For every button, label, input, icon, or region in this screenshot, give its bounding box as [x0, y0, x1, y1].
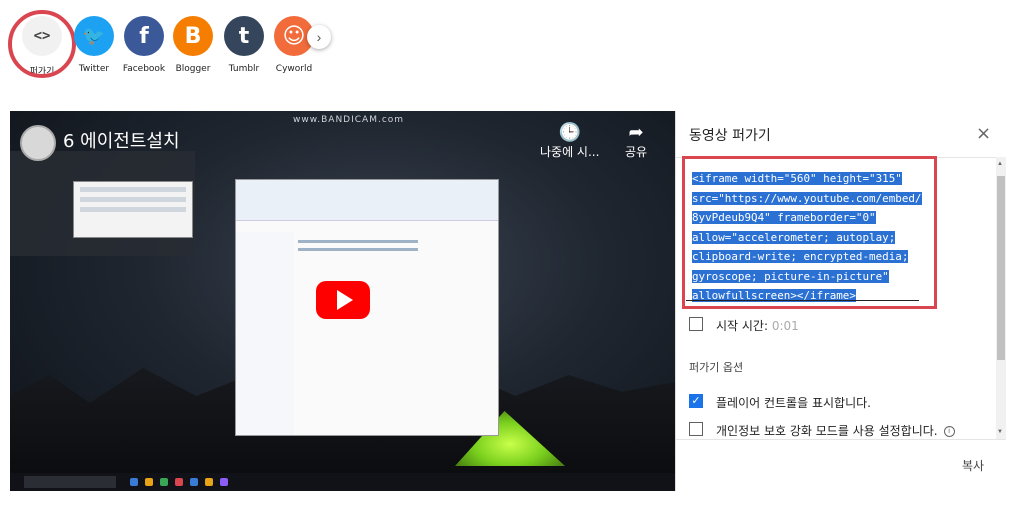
start-time-label: 시작 시간: 0:01 [716, 319, 799, 333]
video-share-button[interactable]: ➦ 공유 [625, 123, 647, 160]
code-line: gyroscope; picture-in-picture" [692, 269, 889, 283]
embed-code-textarea[interactable]: <iframe width="560" height="315" src="ht… [682, 156, 937, 309]
share-cyworld-label: Cyworld [275, 64, 313, 74]
privacy-mode-checkbox[interactable] [689, 422, 703, 436]
start-time-value: 0:01 [771, 319, 799, 333]
code-line: <iframe width="560" height="315" [692, 172, 902, 185]
watch-later-label: 나중에 시... [540, 145, 600, 159]
panel-bottom-divider [676, 439, 1006, 440]
privacy-mode-label: 개인정보 보호 강화 모드를 사용 설정합니다. i [716, 422, 955, 439]
code-line: src="https://www.youtube.com/embed/ [692, 191, 922, 205]
panel-title: 동영상 퍼가기 [689, 128, 771, 144]
play-icon [337, 290, 353, 310]
code-underline [686, 300, 919, 301]
code-line: clipboard-write; encrypted-media; [692, 250, 909, 263]
facebook-icon: f [124, 16, 164, 56]
video-preview[interactable]: www.BANDICAM.com 6 에이전트설치 🕒 나중에 시... ➦ 공… [10, 111, 675, 491]
embed-panel: 동영상 퍼가기 × <iframe width="560" height="31… [675, 111, 1006, 491]
scroll-down-icon[interactable]: ▼ [997, 429, 1003, 435]
code-line: 8yvPdeub9Q4" frameborder="0" [692, 211, 876, 224]
info-icon[interactable]: i [943, 426, 955, 437]
show-controls-checkbox[interactable]: ✓ [689, 394, 703, 408]
close-icon[interactable]: × [976, 123, 991, 144]
video-share-label: 공유 [625, 145, 648, 159]
tumblr-icon: t [224, 16, 264, 56]
chevron-right-icon[interactable]: › [307, 25, 331, 49]
share-arrow-icon: ➦ [628, 122, 644, 143]
channel-avatar[interactable] [20, 125, 56, 161]
video-mini-dialog [73, 181, 193, 238]
bandicam-watermark: www.BANDICAM.com [293, 115, 405, 125]
play-button[interactable] [316, 281, 370, 319]
show-controls-label: 플레이어 컨트롤을 표시합니다. [716, 396, 871, 410]
embed-options-heading: 퍼가기 옵션 [689, 361, 744, 374]
video-title[interactable]: 6 에이전트설치 [63, 127, 180, 153]
blogger-icon: B [173, 16, 213, 56]
twitter-icon: 🐦 [74, 16, 114, 56]
panel-scroll-thumb[interactable] [997, 176, 1005, 360]
scroll-up-icon[interactable]: ▲ [997, 161, 1003, 167]
code-line: allow="accelerometer; autoplay; [692, 230, 896, 244]
clock-icon: 🕒 [558, 122, 581, 143]
copy-button[interactable]: 복사 [962, 457, 984, 474]
start-time-checkbox[interactable] [689, 317, 703, 331]
video-taskbar [10, 473, 675, 491]
watch-later-button[interactable]: 🕒 나중에 시... [540, 123, 599, 160]
